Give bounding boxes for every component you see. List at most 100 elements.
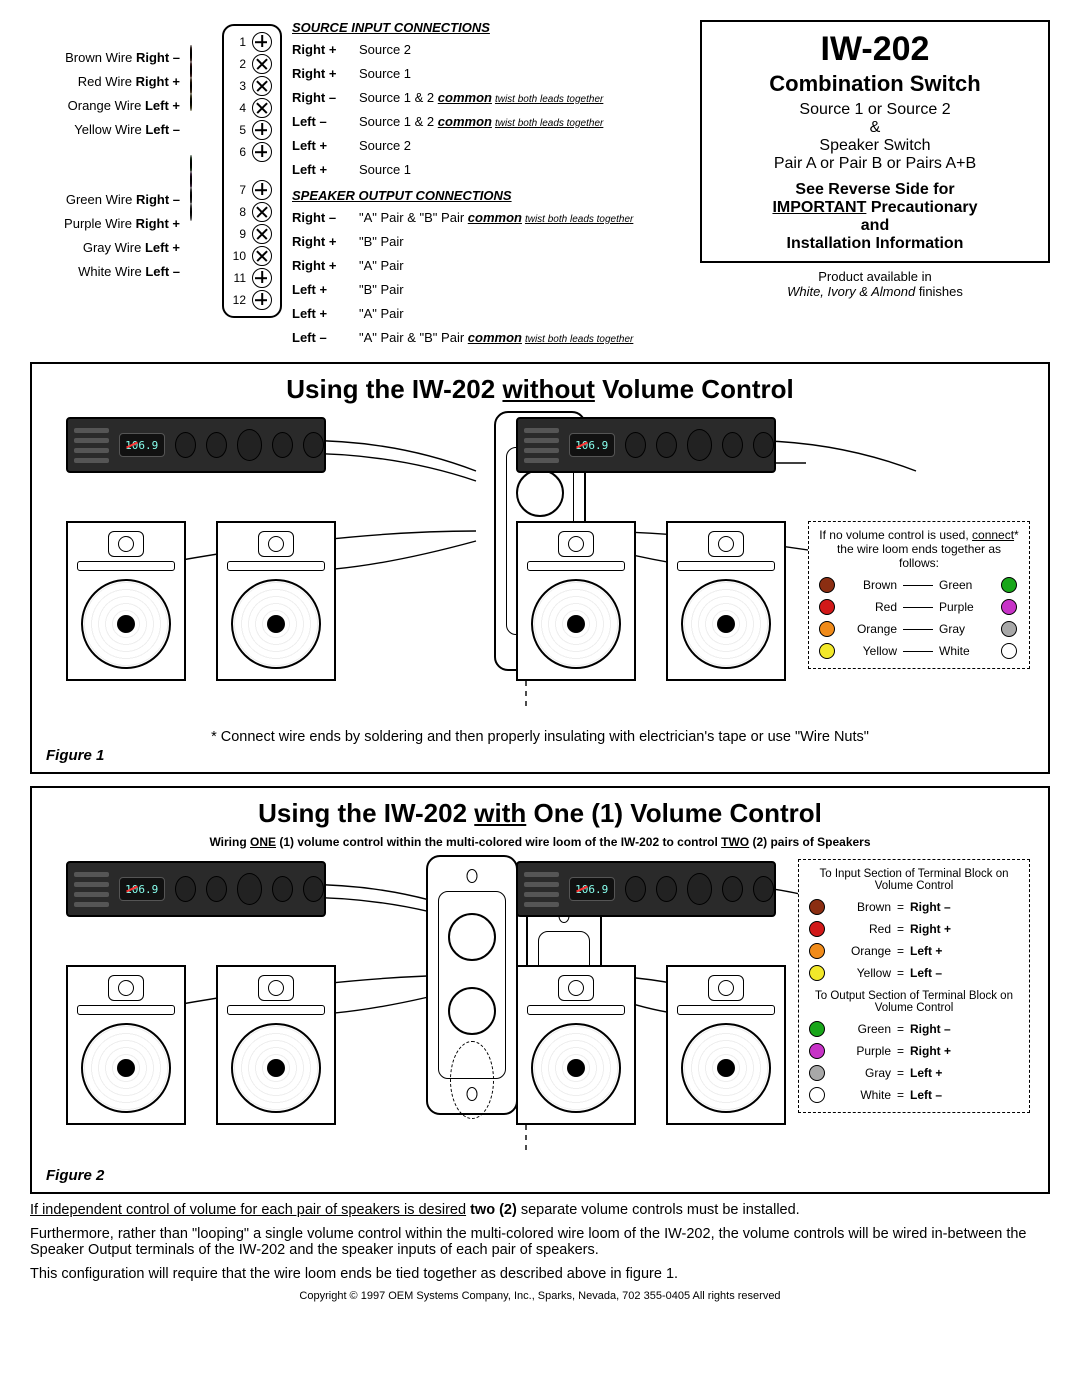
info-box: IW-202 Combination Switch Source 1 or So… bbox=[700, 20, 1050, 263]
speaker bbox=[666, 965, 786, 1125]
terminal-screw-icon bbox=[252, 202, 272, 222]
terminal-row: 9 bbox=[232, 224, 272, 244]
connection-line: Left +Source 2 bbox=[292, 134, 690, 156]
terminal-screw-icon bbox=[252, 98, 272, 118]
wire-label: Orange Wire Left + bbox=[30, 94, 180, 116]
color-dot-icon bbox=[809, 965, 825, 981]
terminal-row: 6 bbox=[232, 142, 272, 162]
connection-line: Left –Source 1 & 2 commontwist both lead… bbox=[292, 110, 690, 132]
color-dot-icon bbox=[809, 1043, 825, 1059]
wire-label: Red Wire Right + bbox=[30, 70, 180, 92]
terminal-row: 8 bbox=[232, 202, 272, 222]
terminal-screw-icon bbox=[252, 54, 272, 74]
speaker bbox=[216, 521, 336, 681]
terminal-row: 4 bbox=[232, 98, 272, 118]
reverse-note: See Reverse Side for IMPORTANT Precautio… bbox=[720, 181, 1030, 253]
terminal-screw-icon bbox=[252, 180, 272, 200]
terminal-row: 7 bbox=[232, 180, 272, 200]
terminal-row: 5 bbox=[232, 120, 272, 140]
wire-label: Yellow Wire Left – bbox=[30, 118, 180, 140]
note-1: If independent control of volume for eac… bbox=[30, 1202, 1050, 1218]
color-dot-icon bbox=[1001, 643, 1017, 659]
panel1-footnote: * Connect wire ends by soldering and the… bbox=[46, 729, 1034, 745]
note-2: Furthermore, rather than "looping" a sin… bbox=[30, 1226, 1050, 1258]
color-dot-icon bbox=[809, 1065, 825, 1081]
terminal-row: 2 bbox=[232, 54, 272, 74]
connection-line: Left –"A" Pair & "B" Pair commontwist bo… bbox=[292, 326, 690, 348]
amp-display: 106.9 bbox=[119, 877, 165, 901]
legend-row: Green=Right – bbox=[809, 1018, 1019, 1040]
amplifier: 106.9 bbox=[516, 861, 776, 917]
panel-without-vc: Using the IW-202 without Volume Control … bbox=[30, 362, 1050, 774]
notes: If independent control of volume for eac… bbox=[30, 1202, 1050, 1282]
wire-dot-icon bbox=[190, 203, 192, 221]
amplifier: 106.9 bbox=[66, 417, 326, 473]
switch-knob bbox=[516, 469, 564, 517]
connections: SOURCE INPUT CONNECTIONS Right +Source 2… bbox=[292, 20, 690, 350]
connection-line: Right +Source 1 bbox=[292, 62, 690, 84]
amplifier: 106.9 bbox=[516, 417, 776, 473]
figure-2-label: Figure 2 bbox=[46, 1167, 1034, 1184]
speaker-head: SPEAKER OUTPUT CONNECTIONS bbox=[292, 188, 690, 203]
copyright: Copyright © 1997 OEM Systems Company, In… bbox=[30, 1290, 1050, 1302]
color-dot-icon bbox=[819, 577, 835, 593]
connection-line: Left +Source 1 bbox=[292, 158, 690, 180]
color-dot-icon bbox=[819, 643, 835, 659]
source-head: SOURCE INPUT CONNECTIONS bbox=[292, 20, 690, 35]
color-dot-icon bbox=[819, 599, 835, 615]
amplifier: 106.9 bbox=[66, 861, 326, 917]
legend-no-vc: If no volume control is used, connect* t… bbox=[808, 521, 1030, 669]
terminal-block: 123456789101112 bbox=[222, 20, 282, 318]
terminal-row: 12 bbox=[232, 290, 272, 310]
panel-with-vc: Using the IW-202 with One (1) Volume Con… bbox=[30, 786, 1050, 1194]
color-dot-icon bbox=[1001, 621, 1017, 637]
wire-label: White Wire Left – bbox=[30, 260, 180, 282]
speaker bbox=[516, 521, 636, 681]
terminal-screw-icon bbox=[252, 268, 272, 288]
speaker bbox=[66, 965, 186, 1125]
figure-1-label: Figure 1 bbox=[46, 747, 1034, 764]
legend-row: Yellow=Left – bbox=[809, 962, 1019, 984]
wire-label: Gray Wire Left + bbox=[30, 236, 180, 258]
legend-with-vc: To Input Section of Terminal Block on Vo… bbox=[798, 859, 1030, 1113]
connection-line: Right –"A" Pair & "B" Pair commontwist b… bbox=[292, 206, 690, 228]
connection-line: Left +"A" Pair bbox=[292, 302, 690, 324]
terminal-row: 11 bbox=[232, 268, 272, 288]
availability: Product available in White, Ivory & Almo… bbox=[700, 269, 1050, 299]
top-section: Brown Wire Right –Red Wire Right +Orange… bbox=[30, 20, 1050, 350]
switch-knob bbox=[448, 913, 496, 961]
legend-row: Orange Gray bbox=[819, 618, 1019, 640]
legend-row: White=Left – bbox=[809, 1084, 1019, 1106]
speaker bbox=[66, 521, 186, 681]
terminal-row: 3 bbox=[232, 76, 272, 96]
connection-line: Right +"A" Pair bbox=[292, 254, 690, 276]
wire-dots bbox=[190, 20, 212, 220]
terminal-screw-icon bbox=[252, 290, 272, 310]
terminal-screw-icon bbox=[252, 76, 272, 96]
legend-row: Purple=Right + bbox=[809, 1040, 1019, 1062]
amp-display: 106.9 bbox=[119, 433, 165, 457]
panel2-sub: Wiring ONE (1) volume control within the… bbox=[46, 835, 1034, 849]
color-dot-icon bbox=[1001, 577, 1017, 593]
product-sub: Combination Switch bbox=[720, 71, 1030, 97]
legend-row: Brown=Right – bbox=[809, 896, 1019, 918]
color-dot-icon bbox=[1001, 599, 1017, 615]
terminal-screw-icon bbox=[252, 32, 272, 52]
note-3: This configuration will require that the… bbox=[30, 1266, 1050, 1282]
color-dot-icon bbox=[809, 899, 825, 915]
terminal-row: 1 bbox=[232, 32, 272, 52]
wire-labels: Brown Wire Right –Red Wire Right +Orange… bbox=[30, 20, 180, 284]
info-body: Source 1 or Source 2 & Speaker Switch Pa… bbox=[720, 101, 1030, 173]
wallplate bbox=[426, 855, 518, 1115]
wire-label: Green Wire Right – bbox=[30, 188, 180, 210]
wire-label: Purple Wire Right + bbox=[30, 212, 180, 234]
color-dot-icon bbox=[809, 1087, 825, 1103]
wire-dot-icon bbox=[190, 93, 192, 111]
wire-loom bbox=[450, 1041, 494, 1119]
wire-label: Brown Wire Right – bbox=[30, 46, 180, 68]
terminal-screw-icon bbox=[252, 224, 272, 244]
speaker bbox=[666, 521, 786, 681]
connection-line: Right +"B" Pair bbox=[292, 230, 690, 252]
terminal-screw-icon bbox=[252, 246, 272, 266]
legend-row: Gray=Left + bbox=[809, 1062, 1019, 1084]
